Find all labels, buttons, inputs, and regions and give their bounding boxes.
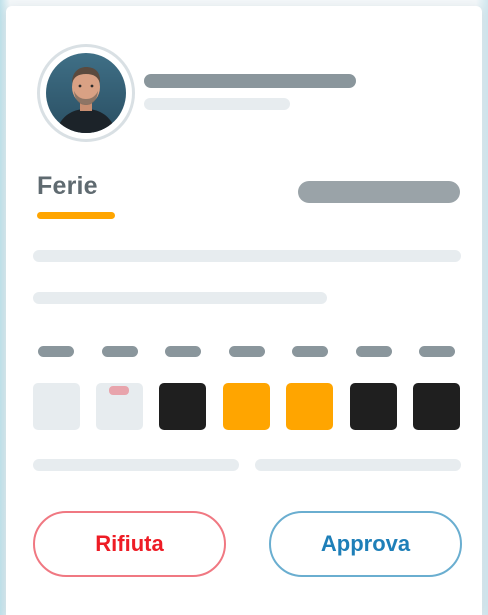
weekday-label-placeholder — [229, 346, 265, 357]
calendar-day-cell[interactable] — [223, 383, 270, 430]
reject-button-label: Rifiuta — [95, 531, 164, 556]
calendar-day-cell[interactable] — [350, 383, 397, 430]
calendar-day-cell[interactable] — [33, 383, 80, 430]
calendar-day-cell[interactable] — [286, 383, 333, 430]
day-marker — [109, 386, 129, 395]
summary-line — [33, 459, 239, 471]
approve-button[interactable]: Approva — [269, 511, 462, 577]
calendar-day-cell[interactable] — [159, 383, 206, 430]
request-status-placeholder — [298, 181, 460, 203]
employee-name-placeholder — [144, 74, 356, 88]
weekday-label-placeholder — [292, 346, 328, 357]
weekday-label-placeholder — [419, 346, 455, 357]
weekday-label-placeholder — [38, 346, 74, 357]
request-detail-line — [33, 250, 461, 262]
avatar — [40, 47, 132, 139]
request-type-underline — [37, 212, 115, 219]
weekday-label-placeholder — [165, 346, 201, 357]
employee-role-placeholder — [144, 98, 290, 110]
request-detail-line — [33, 292, 327, 304]
request-type-title: Ferie — [37, 172, 98, 200]
weekday-label-placeholder — [356, 346, 392, 357]
summary-line — [255, 459, 461, 471]
leave-request-card: Ferie Rifiuta Approva — [6, 6, 482, 615]
approve-button-label: Approva — [320, 531, 411, 556]
avatar-portrait — [46, 53, 126, 133]
calendar-day-cell[interactable] — [96, 383, 143, 430]
user-avatar-icon — [46, 53, 126, 133]
app-stage: Ferie Rifiuta Approva — [0, 0, 488, 615]
weekday-label-placeholder — [102, 346, 138, 357]
reject-button[interactable]: Rifiuta — [33, 511, 226, 577]
calendar-day-cell[interactable] — [413, 383, 460, 430]
